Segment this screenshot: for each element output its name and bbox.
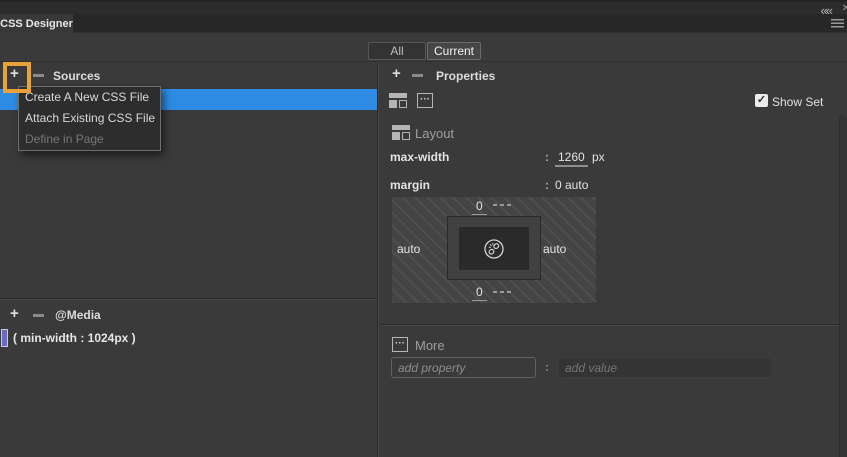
margin-box-content bbox=[459, 227, 529, 270]
layout-section-title: Layout bbox=[415, 126, 454, 141]
current-toggle-button[interactable]: Current bbox=[427, 42, 481, 60]
show-set-label: Show Set bbox=[772, 95, 823, 109]
remove-source-button[interactable] bbox=[33, 74, 44, 77]
more-category-icon[interactable]: ··· bbox=[417, 93, 433, 108]
remove-property-button[interactable] bbox=[412, 74, 423, 77]
margin-colon: : bbox=[545, 178, 549, 192]
more-section-title: More bbox=[415, 338, 445, 353]
sources-media-separator bbox=[0, 298, 377, 300]
more-colon: : bbox=[545, 360, 549, 374]
show-set-checkbox[interactable]: ✓ bbox=[755, 94, 768, 107]
toolbar-separator bbox=[0, 61, 847, 62]
max-width-unit[interactable]: px bbox=[592, 150, 605, 164]
panel-splitter[interactable] bbox=[377, 62, 379, 457]
layout-category-icon[interactable] bbox=[389, 93, 407, 108]
properties-scrollbar[interactable] bbox=[839, 115, 847, 457]
media-query-item[interactable]: ( min-width : 1024px ) bbox=[13, 331, 136, 345]
add-property-input[interactable] bbox=[391, 357, 536, 378]
media-query-marker bbox=[1, 329, 8, 347]
all-toggle-button[interactable]: All bbox=[368, 42, 426, 60]
panel-tab-bar: CSS Designer bbox=[0, 14, 847, 33]
add-source-menu: Create A New CSS File Attach Existing CS… bbox=[18, 86, 161, 151]
unlink-values-icon[interactable] bbox=[483, 238, 505, 260]
margin-right-value[interactable]: auto bbox=[543, 242, 566, 256]
add-media-query-button[interactable]: + bbox=[10, 306, 19, 321]
more-section-icon: ··· bbox=[392, 337, 408, 352]
menu-item-attach-existing-css-file[interactable]: Attach Existing CSS File bbox=[19, 108, 160, 129]
layout-more-separator bbox=[380, 324, 847, 326]
margin-top-dash-icon[interactable] bbox=[493, 204, 511, 206]
margin-bottom-value[interactable]: 0 bbox=[472, 285, 487, 301]
close-icon[interactable]: ✕ bbox=[842, 3, 847, 14]
margin-left-value[interactable]: auto bbox=[397, 242, 420, 256]
menu-item-define-in-page: Define in Page bbox=[19, 129, 160, 150]
panel-menu-icon[interactable] bbox=[831, 19, 844, 28]
remove-media-query-button[interactable] bbox=[33, 314, 44, 317]
max-width-value[interactable]: 1260 bbox=[555, 150, 588, 167]
action-highlight-box bbox=[3, 62, 31, 93]
margin-bottom-dash-icon[interactable] bbox=[493, 291, 511, 293]
margin-value[interactable]: 0 auto bbox=[555, 178, 588, 192]
add-property-button[interactable]: + bbox=[392, 66, 401, 81]
css-designer-panel: «« ✕ CSS Designer All Current + Sources … bbox=[0, 0, 847, 457]
add-value-input[interactable] bbox=[558, 357, 772, 378]
margin-property-label: margin bbox=[390, 178, 430, 192]
tab-css-designer[interactable]: CSS Designer bbox=[0, 14, 73, 33]
properties-title: Properties bbox=[436, 69, 495, 83]
sources-title: Sources bbox=[53, 69, 100, 83]
layout-section-icon bbox=[392, 125, 410, 140]
max-width-property-label: max-width bbox=[390, 150, 449, 164]
menu-item-create-new-css-file[interactable]: Create A New CSS File bbox=[19, 87, 160, 108]
media-title: @Media bbox=[55, 308, 101, 322]
panel-title-bar: «« ✕ bbox=[0, 0, 847, 14]
margin-top-value[interactable]: 0 bbox=[472, 199, 487, 215]
max-width-colon: : bbox=[545, 150, 549, 164]
